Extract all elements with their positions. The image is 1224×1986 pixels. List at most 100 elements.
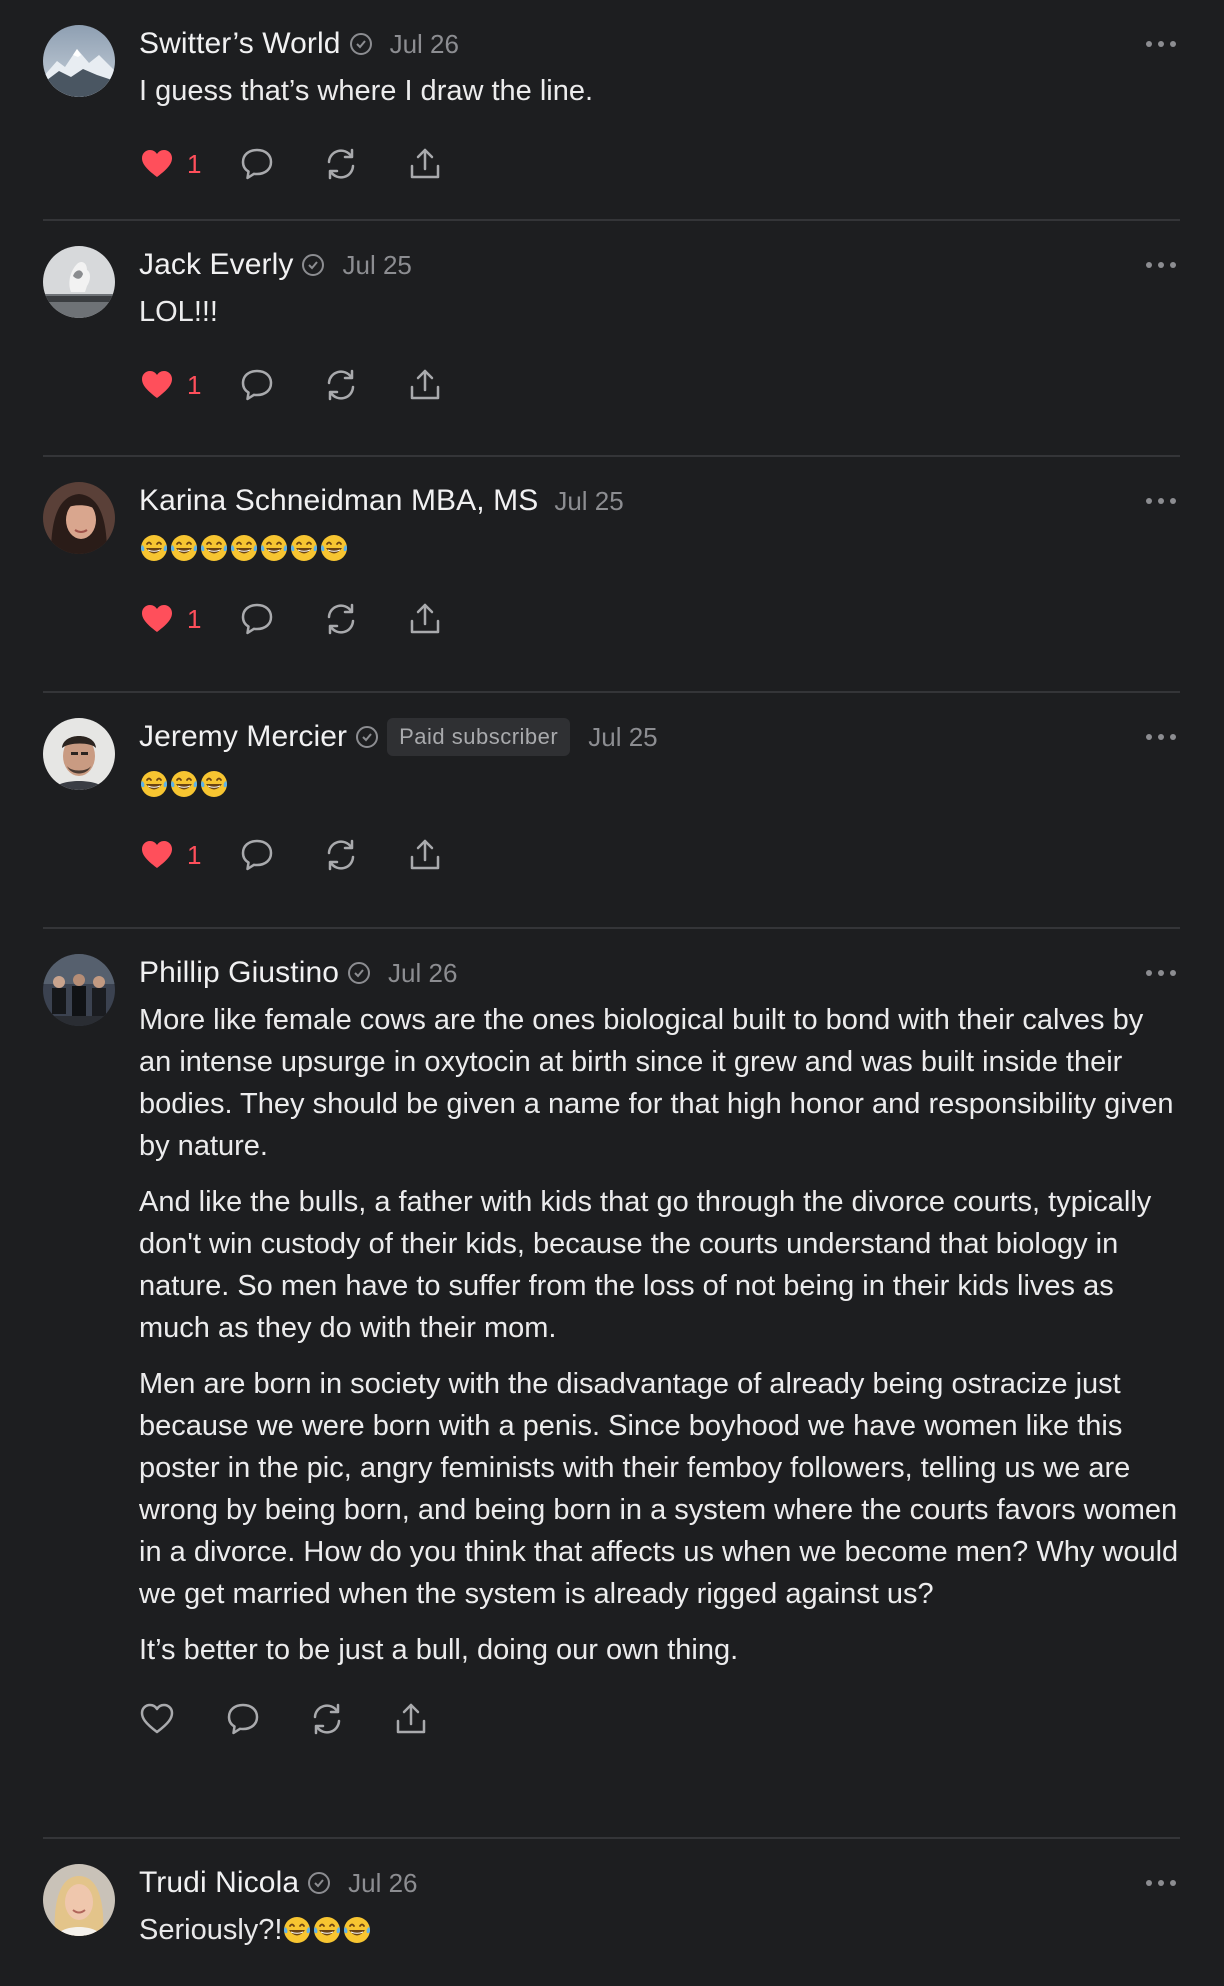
share-button[interactable] (407, 146, 443, 182)
comment-text: I guess that’s where I draw the line. (139, 75, 594, 107)
author-name[interactable]: Karina Schneidman MBA, MS (139, 484, 538, 518)
like-count: 1 (187, 148, 202, 179)
like-count: 1 (187, 369, 202, 400)
restack-arrows-icon (328, 148, 355, 180)
comment: Jeremy Mercier Paid subscriber Jul 25 1 (43, 693, 1180, 929)
reply-button[interactable] (239, 601, 275, 637)
avatar[interactable] (43, 482, 115, 554)
avatar[interactable] (43, 246, 115, 318)
paid-subscriber-badge: Paid subscriber (387, 718, 571, 756)
comment-paragraph: It’s better to be just a bull, doing our… (139, 1634, 739, 1666)
more-options-icon[interactable] (1146, 1873, 1176, 1893)
comment-actions: 1 (139, 355, 1180, 415)
comment-date[interactable]: Jul 25 (342, 250, 411, 281)
emoji-row (139, 531, 1180, 565)
restack-button[interactable] (323, 601, 359, 637)
restack-button[interactable] (323, 367, 359, 403)
like-button[interactable]: 1 (139, 367, 201, 403)
share-upload-icon (411, 369, 440, 400)
comment-paragraph: And like the bulls, a father with kids t… (139, 1186, 1152, 1344)
comment-paragraph: More like female cows are the ones biolo… (139, 1004, 1174, 1162)
reply-button[interactable] (239, 837, 275, 873)
restack-button[interactable] (323, 837, 359, 873)
comment-body: More like female cows are the ones biolo… (139, 999, 1180, 1671)
restack-arrows-icon (328, 369, 355, 401)
comment-date[interactable]: Jul 25 (588, 722, 657, 753)
mountain-avatar-icon (43, 25, 115, 97)
speech-bubble-icon (242, 603, 273, 635)
blonde-woman-avatar-icon (43, 1864, 115, 1936)
share-button[interactable] (407, 837, 443, 873)
like-button[interactable] (139, 1701, 175, 1737)
like-button[interactable]: 1 (139, 837, 201, 873)
more-options-icon[interactable] (1146, 255, 1176, 275)
more-options-icon[interactable] (1146, 491, 1176, 511)
comment-date[interactable]: Jul 26 (388, 958, 457, 989)
avatar[interactable] (43, 718, 115, 790)
speech-bubble-icon (242, 839, 273, 871)
comment-date[interactable]: Jul 25 (554, 486, 623, 517)
comment-header: Karina Schneidman MBA, MS Jul 25 (139, 481, 1180, 521)
avatar[interactable] (43, 954, 115, 1026)
face-with-tears-of-joy-icon (139, 769, 169, 799)
verified-badge-icon (308, 1872, 331, 1894)
face-with-tears-of-joy-icon (169, 769, 199, 799)
speech-bubble-icon (242, 369, 273, 401)
more-options-icon[interactable] (1146, 727, 1176, 747)
face-with-tears-of-joy-icon (342, 1915, 372, 1945)
author-name[interactable]: Switter’s World (139, 27, 341, 61)
author-name[interactable]: Jack Everly (139, 248, 293, 282)
comment-actions: 1 (139, 825, 1180, 885)
comment: Karina Schneidman MBA, MS Jul 25 1 (43, 457, 1180, 693)
group-photo-avatar-icon (43, 954, 115, 1026)
like-button[interactable]: 1 (139, 601, 201, 637)
comment-text: LOL!!! (139, 296, 218, 328)
face-with-tears-of-joy-icon (289, 533, 319, 563)
restack-arrows-icon (328, 603, 355, 635)
like-button[interactable]: 1 (139, 146, 201, 182)
eruption-avatar-icon (43, 246, 115, 318)
face-with-tears-of-joy-icon (259, 533, 289, 563)
emoji-row (282, 1915, 372, 1945)
woman-portrait-avatar-icon (43, 482, 115, 554)
heart-filled-icon (142, 150, 172, 177)
heart-outline-icon (140, 1703, 174, 1734)
face-with-tears-of-joy-icon (312, 1915, 342, 1945)
emoji-row (139, 767, 1180, 801)
comment: Phillip Giustino Jul 26 More like female… (43, 929, 1180, 1839)
author-name[interactable]: Trudi Nicola (139, 1866, 299, 1900)
restack-button[interactable] (323, 146, 359, 182)
restack-button[interactable] (309, 1701, 345, 1737)
heart-filled-icon (142, 371, 172, 398)
reply-button[interactable] (225, 1701, 261, 1737)
more-options-icon[interactable] (1146, 34, 1176, 54)
heart-filled-icon (142, 605, 172, 632)
more-options-icon[interactable] (1146, 963, 1176, 983)
reply-button[interactable] (239, 146, 275, 182)
author-name[interactable]: Phillip Giustino (139, 956, 339, 990)
verified-badge-icon (349, 33, 372, 55)
reply-button[interactable] (239, 367, 275, 403)
comment-header: Phillip Giustino Jul 26 (139, 953, 1180, 993)
avatar[interactable] (43, 25, 115, 97)
comment-header: Jeremy Mercier Paid subscriber Jul 25 (139, 717, 1180, 757)
restack-arrows-icon (313, 1703, 341, 1735)
avatar[interactable] (43, 1864, 115, 1936)
face-with-tears-of-joy-icon (282, 1915, 312, 1945)
share-button[interactable] (407, 367, 443, 403)
comment-header: Switter’s World Jul 26 (139, 24, 1180, 64)
comment-body (139, 531, 1180, 565)
comment-date[interactable]: Jul 26 (348, 1868, 417, 1899)
comment-actions (139, 1689, 1180, 1749)
comment-body: LOL!!! (139, 291, 1180, 333)
share-upload-icon (411, 603, 440, 634)
author-name[interactable]: Jeremy Mercier (139, 720, 347, 754)
share-upload-icon (411, 839, 440, 870)
comment: Switter’s World Jul 26 I guess that’s wh… (43, 0, 1180, 221)
comment-actions: 1 (139, 134, 1180, 194)
comment-text: Seriously?! (139, 1914, 283, 1946)
comment-date[interactable]: Jul 26 (390, 29, 459, 60)
share-button[interactable] (407, 601, 443, 637)
share-button[interactable] (393, 1701, 429, 1737)
comment-header: Trudi Nicola Jul 26 (139, 1863, 1180, 1903)
